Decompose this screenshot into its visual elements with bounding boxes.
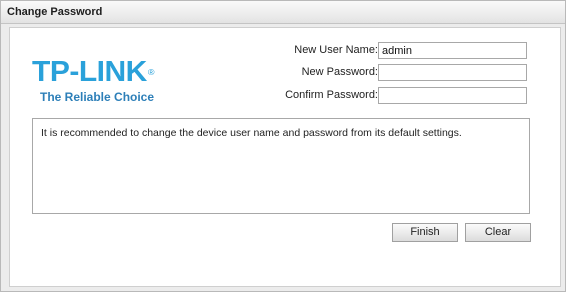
username-label: New User Name: [294,44,378,56]
info-message-text: It is recommended to change the device u… [41,127,462,139]
new-password-input[interactable] [378,64,527,81]
clear-button[interactable]: Clear [465,223,531,242]
dialog-title: Change Password [7,6,103,18]
dialog-content-panel: TP-LINK® The Reliable Choice New User Na… [9,27,561,287]
username-input[interactable] [378,42,527,59]
new-password-label: New Password: [301,66,378,78]
password-row: New Password: [250,64,530,82]
tp-link-logo: TP-LINK® The Reliable Choice [32,58,202,104]
username-row: New User Name: [250,42,530,60]
logo-brand-text: TP-LINK [32,56,147,88]
info-message-box: It is recommended to change the device u… [32,118,530,214]
logo-registered-mark: ® [147,67,155,78]
change-password-dialog: Change Password TP-LINK® The Reliable Ch… [0,0,566,292]
confirm-password-input[interactable] [378,87,527,104]
finish-button[interactable]: Finish [392,223,458,242]
logo-brand: TP-LINK® [32,58,202,87]
confirm-password-row: Confirm Password: [250,87,530,105]
dialog-titlebar: Change Password [1,1,565,24]
logo-tagline: The Reliable Choice [40,90,155,104]
confirm-password-label: Confirm Password: [285,89,378,101]
